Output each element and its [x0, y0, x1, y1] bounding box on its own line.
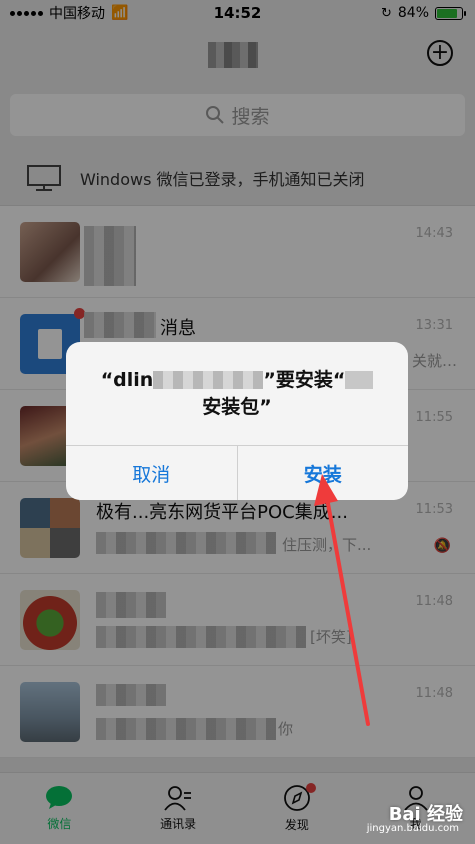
dialog-message: “dlin ”要安装“ 安装包”: [66, 342, 408, 446]
cancel-button[interactable]: 取消: [66, 446, 238, 500]
install-dialog: “dlin ”要安装“ 安装包” 取消 安装: [66, 342, 408, 500]
install-button[interactable]: 安装: [238, 446, 409, 500]
redacted-app-name: [153, 371, 264, 390]
redacted-package-name: [345, 371, 374, 390]
dialog-line1-mid: ”要安装“: [263, 368, 346, 391]
watermark-url: jingyan.baidu.com: [366, 823, 459, 834]
dialog-line2: 安装包”: [202, 395, 272, 418]
dialog-line1-prefix: “dlin: [100, 368, 154, 391]
